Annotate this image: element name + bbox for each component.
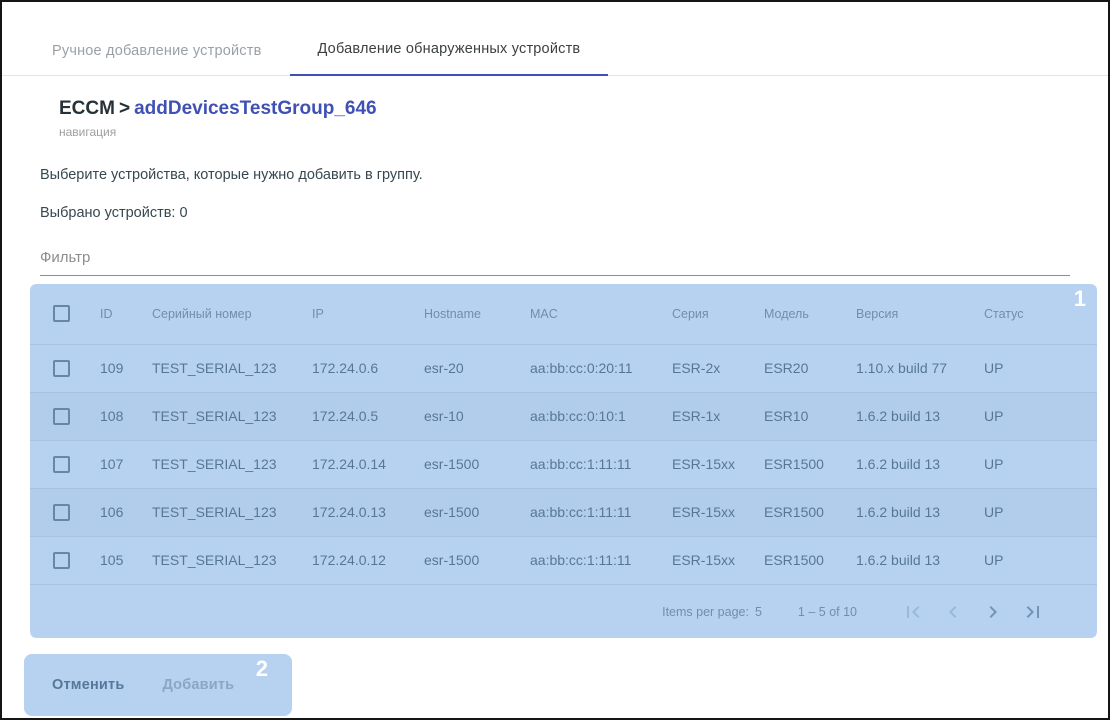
cell-id: 109 xyxy=(92,344,144,392)
cell-version: 1.6.2 build 13 xyxy=(848,536,976,584)
cell-model: ESR1500 xyxy=(756,488,848,536)
cell-status: UP xyxy=(976,344,1097,392)
column-header-ip: IP xyxy=(304,284,416,344)
row-checkbox[interactable] xyxy=(53,504,70,521)
cell-version: 1.6.2 build 13 xyxy=(848,440,976,488)
cell-id: 107 xyxy=(92,440,144,488)
breadcrumb-separator: > xyxy=(119,98,130,119)
column-header-mac: MAC xyxy=(522,284,664,344)
device-table: ID Серийный номер IP Hostname MAC Серия … xyxy=(30,284,1097,584)
cell-id: 105 xyxy=(92,536,144,584)
cell-ip: 172.24.0.5 xyxy=(304,392,416,440)
select-all-checkbox[interactable] xyxy=(53,305,70,322)
table-row: 107 TEST_SERIAL_123 172.24.0.14 esr-1500… xyxy=(30,440,1097,488)
cell-id: 108 xyxy=(92,392,144,440)
column-header-serial: Серийный номер xyxy=(144,284,304,344)
breadcrumb-root[interactable]: ECCM xyxy=(59,98,115,119)
cell-ip: 172.24.0.12 xyxy=(304,536,416,584)
app-window: Ручное добавление устройств Добавление о… xyxy=(0,0,1110,720)
column-header-version: Версия xyxy=(848,284,976,344)
selected-devices-count: Выбрано устройств: 0 xyxy=(40,205,1108,221)
cell-series: ESR-2x xyxy=(664,344,756,392)
cell-series: ESR-1x xyxy=(664,392,756,440)
column-header-hostname: Hostname xyxy=(416,284,522,344)
breadcrumb-caption: навигация xyxy=(59,125,1108,139)
table-row: 109 TEST_SERIAL_123 172.24.0.6 esr-20 aa… xyxy=(30,344,1097,392)
footer-actions-region: Отменить Добавить 2 xyxy=(24,654,292,716)
cell-status: UP xyxy=(976,392,1097,440)
cell-ip: 172.24.0.13 xyxy=(304,488,416,536)
cell-model: ESR20 xyxy=(756,344,848,392)
cell-mac: aa:bb:cc:0:20:11 xyxy=(522,344,664,392)
cell-serial: TEST_SERIAL_123 xyxy=(144,488,304,536)
row-checkbox[interactable] xyxy=(53,360,70,377)
breadcrumb-current[interactable]: addDevicesTestGroup_646 xyxy=(134,98,377,119)
pagination-bar: Items per page: 5 1 – 5 of 10 xyxy=(30,584,1097,638)
cell-serial: TEST_SERIAL_123 xyxy=(144,392,304,440)
cell-serial: TEST_SERIAL_123 xyxy=(144,344,304,392)
cell-status: UP xyxy=(976,488,1097,536)
column-header-model: Модель xyxy=(756,284,848,344)
cancel-button[interactable]: Отменить xyxy=(50,671,126,699)
cell-hostname: esr-1500 xyxy=(416,536,522,584)
cell-mac: aa:bb:cc:1:11:11 xyxy=(522,488,664,536)
filter-field-wrap xyxy=(40,247,1070,276)
cell-mac: aa:bb:cc:1:11:11 xyxy=(522,536,664,584)
cell-series: ESR-15xx xyxy=(664,536,756,584)
cell-status: UP xyxy=(976,536,1097,584)
cell-hostname: esr-1500 xyxy=(416,488,522,536)
cell-version: 1.10.x build 77 xyxy=(848,344,976,392)
filter-input[interactable] xyxy=(40,247,1070,276)
column-header-status: Статус xyxy=(976,284,1097,344)
cell-hostname: esr-20 xyxy=(416,344,522,392)
cell-ip: 172.24.0.14 xyxy=(304,440,416,488)
instruction-text: Выберите устройства, которые нужно добав… xyxy=(40,167,1108,183)
items-per-page-value[interactable]: 5 xyxy=(755,605,762,619)
cell-serial: TEST_SERIAL_123 xyxy=(144,440,304,488)
cell-serial: TEST_SERIAL_123 xyxy=(144,536,304,584)
cell-model: ESR1500 xyxy=(756,536,848,584)
tab-bar: Ручное добавление устройств Добавление о… xyxy=(2,2,1108,76)
annotation-label-2: 2 xyxy=(256,656,268,682)
cell-version: 1.6.2 build 13 xyxy=(848,488,976,536)
items-per-page-label: Items per page: xyxy=(662,605,749,619)
breadcrumb: ECCM>addDevicesTestGroup_646 навигация xyxy=(59,98,1108,139)
first-page-button[interactable] xyxy=(893,592,933,632)
cell-model: ESR1500 xyxy=(756,440,848,488)
device-table-region: ID Серийный номер IP Hostname MAC Серия … xyxy=(30,284,1097,638)
row-checkbox[interactable] xyxy=(53,552,70,569)
last-page-button[interactable] xyxy=(1013,592,1053,632)
cell-hostname: esr-1500 xyxy=(416,440,522,488)
row-checkbox[interactable] xyxy=(53,408,70,425)
table-row: 108 TEST_SERIAL_123 172.24.0.5 esr-10 aa… xyxy=(30,392,1097,440)
table-row: 105 TEST_SERIAL_123 172.24.0.12 esr-1500… xyxy=(30,536,1097,584)
page-range-label: 1 – 5 of 10 xyxy=(798,605,857,619)
footer-buttons: Отменить Добавить xyxy=(50,671,236,699)
cell-hostname: esr-10 xyxy=(416,392,522,440)
cell-mac: aa:bb:cc:1:11:11 xyxy=(522,440,664,488)
column-header-series: Серия xyxy=(664,284,756,344)
previous-page-button[interactable] xyxy=(933,592,973,632)
cell-model: ESR10 xyxy=(756,392,848,440)
table-row: 106 TEST_SERIAL_123 172.24.0.13 esr-1500… xyxy=(30,488,1097,536)
next-page-button[interactable] xyxy=(973,592,1013,632)
cell-version: 1.6.2 build 13 xyxy=(848,392,976,440)
cell-series: ESR-15xx xyxy=(664,440,756,488)
table-header-row: ID Серийный номер IP Hostname MAC Серия … xyxy=(30,284,1097,344)
cell-status: UP xyxy=(976,440,1097,488)
column-header-id: ID xyxy=(92,284,144,344)
tab-manual-device-add[interactable]: Ручное добавление устройств xyxy=(24,28,290,76)
tab-discovered-device-add[interactable]: Добавление обнаруженных устройств xyxy=(290,26,609,76)
cell-mac: aa:bb:cc:0:10:1 xyxy=(522,392,664,440)
row-checkbox[interactable] xyxy=(53,456,70,473)
cell-id: 106 xyxy=(92,488,144,536)
add-button[interactable]: Добавить xyxy=(160,671,236,699)
cell-series: ESR-15xx xyxy=(664,488,756,536)
cell-ip: 172.24.0.6 xyxy=(304,344,416,392)
